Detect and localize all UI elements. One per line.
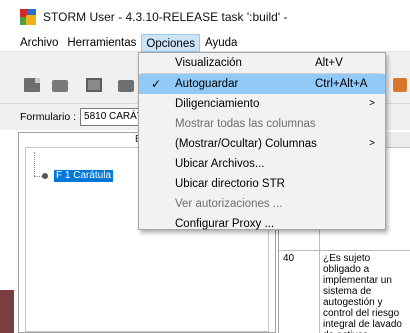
menu-herramientas[interactable]: Herramientas bbox=[63, 34, 140, 52]
menu-item-configurar-proxy[interactable]: Configurar Proxy ... bbox=[139, 214, 385, 234]
shortcut-label: Ctrl+Alt+A bbox=[315, 78, 368, 90]
form-label: Formulario : bbox=[20, 111, 77, 123]
menu-item-diligenciamiento[interactable]: Diligenciamiento > bbox=[139, 94, 385, 114]
menu-item-mostrar-ocultar-columnas[interactable]: (Mostrar/Ocultar) Columnas > bbox=[139, 134, 385, 154]
new-document-icon[interactable] bbox=[24, 78, 40, 92]
tree-node-label: F 1 Carátula bbox=[54, 170, 114, 182]
menu-bar: Archivo Herramientas Opciones Ayuda bbox=[0, 33, 410, 52]
menu-ayuda[interactable]: Ayuda bbox=[201, 34, 241, 52]
submenu-arrow-icon: > bbox=[369, 98, 375, 109]
save-icon[interactable] bbox=[86, 78, 102, 92]
row-description: ¿Es sujeto obligado a implementar un sis… bbox=[323, 253, 402, 333]
menu-item-ubicar-archivos[interactable]: Ubicar Archivos... bbox=[139, 154, 385, 174]
tree-node-caratula[interactable]: F 1 Carátula bbox=[42, 170, 114, 182]
tree-connector-branch bbox=[34, 176, 42, 177]
storm-app-icon bbox=[20, 9, 36, 25]
window-title: STORM User - 4.3.10-RELEASE task ':build… bbox=[43, 10, 288, 24]
row-number: 40 bbox=[283, 253, 295, 264]
background-window-edge bbox=[0, 290, 14, 333]
tree-connector-line bbox=[34, 152, 35, 176]
menu-item-mostrar-todas-columnas: Mostrar todas las columnas bbox=[175, 118, 316, 130]
menu-archivo[interactable]: Archivo bbox=[16, 34, 62, 52]
title-bar: STORM User - 4.3.10-RELEASE task ':build… bbox=[0, 0, 410, 34]
menu-item-ubicar-directorio[interactable]: Ubicar directorio STR bbox=[139, 174, 385, 194]
grid-divider bbox=[319, 251, 320, 333]
table-row[interactable]: 40 ¿Es sujeto obligado a implementar un … bbox=[279, 250, 410, 333]
menu-opciones[interactable]: Opciones bbox=[141, 33, 200, 52]
menu-item-visualizacion[interactable]: Visualización Alt+V bbox=[139, 53, 385, 73]
open-folder-icon[interactable] bbox=[52, 80, 68, 92]
checkmark-icon: ✓ bbox=[151, 77, 162, 91]
tree-node-icon bbox=[42, 173, 48, 179]
shortcut-label: Alt+V bbox=[315, 57, 343, 69]
menu-item-ver-autorizaciones: Ver autorizaciones ... bbox=[175, 198, 283, 210]
toolbar-tool-icon[interactable] bbox=[393, 78, 407, 92]
submenu-arrow-icon: > bbox=[369, 138, 375, 149]
print-icon[interactable] bbox=[118, 80, 134, 92]
menu-item-autoguardar[interactable]: ✓ Autoguardar Ctrl+Alt+A bbox=[139, 74, 385, 94]
opciones-dropdown-menu: Visualización Alt+V ✓ Autoguardar Ctrl+A… bbox=[138, 52, 386, 230]
